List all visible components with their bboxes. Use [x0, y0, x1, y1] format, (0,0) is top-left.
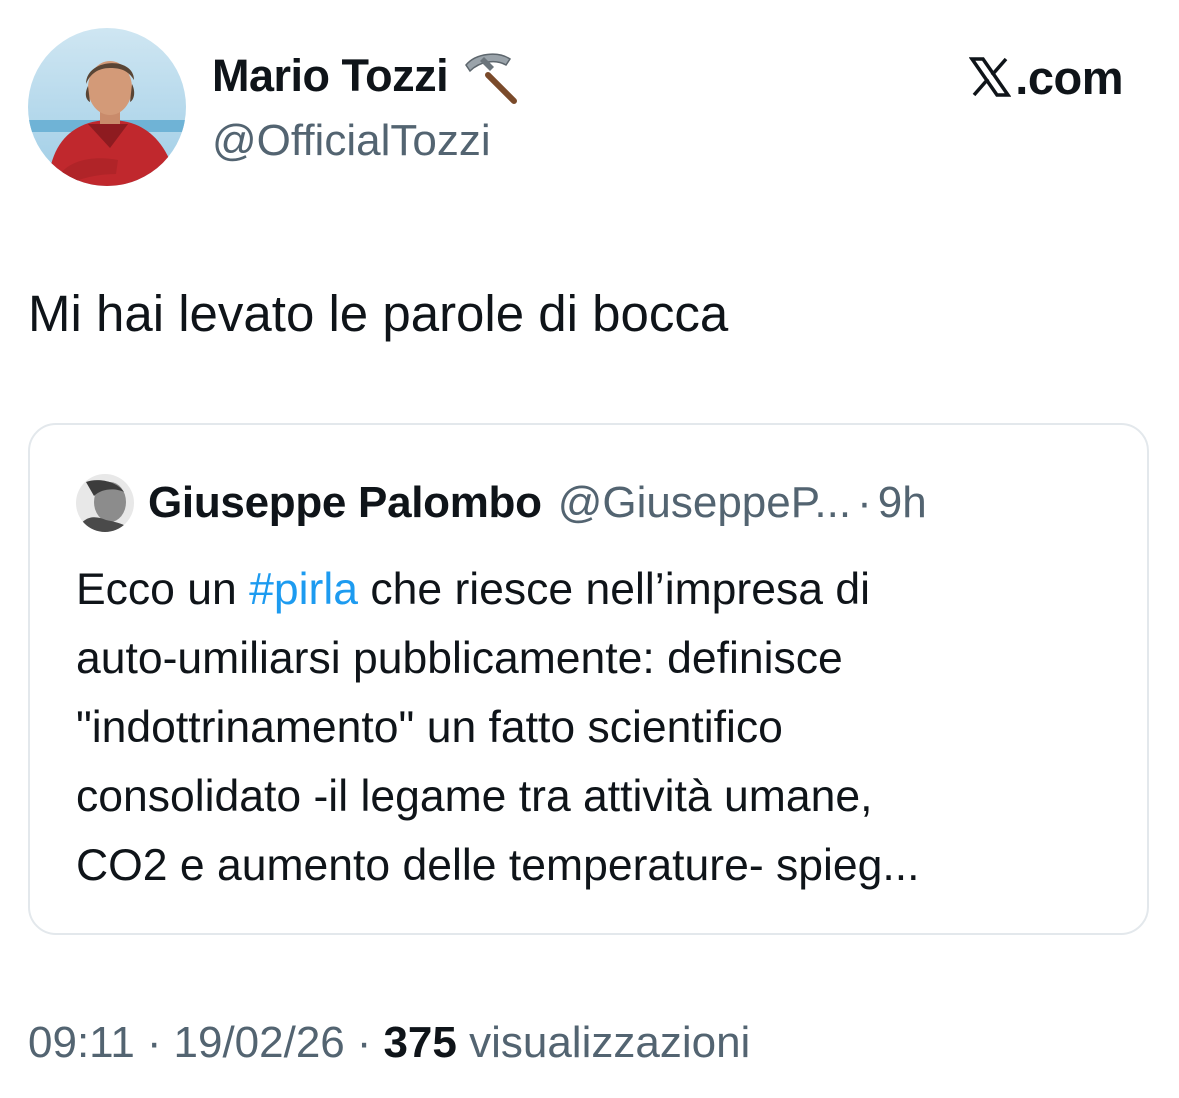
author-name-row: Mario Tozzi	[212, 48, 522, 104]
tweet-text: Mi hai levato le parole di bocca	[28, 285, 729, 342]
author-avatar[interactable]	[28, 28, 186, 186]
quoted-tweet-line: auto-umiliarsi pubblicamente: definisce	[76, 634, 843, 683]
quoted-tweet-line: consolidato -il legame tra attività uman…	[76, 772, 873, 821]
quoted-tweet-line: Ecco un #pirla che riesce nell’impresa d…	[76, 555, 1116, 624]
brand-watermark: .com	[969, 50, 1123, 104]
quoted-author-name[interactable]: Giuseppe Palombo	[148, 478, 542, 528]
author-handle[interactable]: @OfficialTozzi	[212, 116, 491, 166]
x-logo-icon	[969, 57, 1012, 97]
quoted-author-avatar[interactable]	[76, 474, 134, 532]
quoted-tweet-time[interactable]: 9h	[878, 478, 927, 528]
quoted-tweet-card[interactable]: Giuseppe Palombo @GiuseppeP... · 9h Ecco…	[28, 423, 1149, 935]
quoted-author-photo	[76, 474, 134, 532]
author-name[interactable]: Mario Tozzi	[212, 50, 449, 102]
quoted-tweet-text: Ecco un #pirla che riesce nell’impresa d…	[76, 555, 1116, 900]
views-label: visualizzazioni	[469, 1018, 751, 1067]
views-count: 375	[383, 1018, 457, 1067]
quoted-author-handle[interactable]: @GiuseppeP...	[558, 478, 851, 528]
line-text: che riesce nell’impresa di	[358, 565, 870, 614]
author-photo	[28, 28, 186, 186]
separator-dot: ·	[146, 1018, 162, 1067]
line-text: Ecco un	[76, 565, 250, 614]
brand-domain: .com	[1015, 50, 1123, 104]
tweet-time[interactable]: 09:11	[28, 1018, 135, 1067]
separator-dot: ·	[857, 478, 872, 527]
hashtag-link[interactable]: #pirla	[249, 565, 358, 614]
pickaxe-icon	[465, 53, 518, 104]
quoted-tweet-header: Giuseppe Palombo @GiuseppeP... · 9h	[76, 473, 927, 533]
tweet-meta: 09:11 · 19/02/26 · 375 visualizzazioni	[28, 1018, 750, 1068]
quoted-tweet-line: CO2 e aumento delle temperature- spieg..…	[76, 841, 920, 890]
quoted-tweet-line: "indottrinamento" un fatto scientifico	[76, 703, 783, 752]
separator-dot: ·	[356, 1018, 372, 1067]
tweet-date[interactable]: 19/02/26	[174, 1018, 345, 1067]
